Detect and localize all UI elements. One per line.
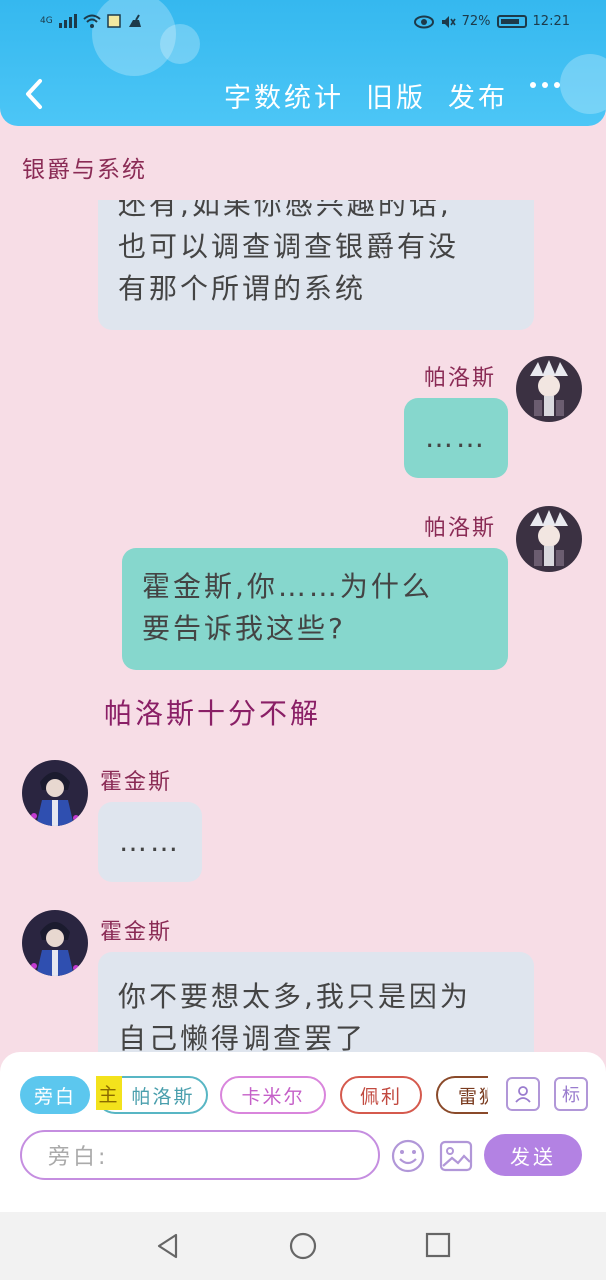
chip-label: 雷狮 bbox=[458, 1085, 488, 1108]
avatar-hawkins[interactable] bbox=[22, 760, 88, 826]
message-bubble[interactable]: …… bbox=[98, 802, 202, 882]
nav-actions: 字数统计 旧版 发布 bbox=[224, 76, 508, 115]
wifi-icon bbox=[83, 14, 101, 28]
sender-name: 霍金斯 bbox=[100, 770, 173, 795]
role-chip-leishi[interactable]: 雷狮 bbox=[436, 1076, 488, 1114]
avatar-image bbox=[22, 760, 88, 826]
sender-name: 霍金斯 bbox=[100, 920, 173, 945]
input-panel: 旁白 主 帕洛斯 卡米尔 佩利 雷狮 标 旁白: 发送 bbox=[0, 1052, 606, 1212]
back-icon[interactable] bbox=[20, 76, 50, 112]
status-bar: 4G 72% 12:21 bbox=[0, 8, 606, 38]
eye-icon bbox=[413, 15, 434, 28]
battery-percent: 72% bbox=[461, 14, 491, 29]
person-icon bbox=[515, 1086, 531, 1103]
role-chip-narration[interactable]: 旁白 bbox=[20, 1076, 90, 1114]
cleaner-icon bbox=[128, 14, 141, 27]
image-icon[interactable] bbox=[438, 1138, 474, 1174]
input-placeholder: 旁白: bbox=[48, 1145, 109, 1170]
sender-name: 帕洛斯 bbox=[424, 366, 497, 391]
message-input[interactable]: 旁白: bbox=[20, 1130, 380, 1180]
message-line: …… bbox=[119, 825, 181, 858]
message-line: 你不要想太多,我只是因为 bbox=[118, 980, 471, 1013]
chip-label: 卡米尔 bbox=[241, 1085, 305, 1108]
message-line: 也可以调查调查银爵有没 bbox=[118, 230, 460, 263]
message-bubble[interactable]: …… bbox=[404, 398, 508, 478]
send-button[interactable]: 发送 bbox=[484, 1134, 582, 1176]
narration-text[interactable]: 帕洛斯十分不解 bbox=[104, 692, 321, 732]
mute-icon bbox=[441, 15, 456, 28]
scroll-mask bbox=[0, 186, 606, 200]
send-label: 发送 bbox=[510, 1144, 556, 1169]
publish-button[interactable]: 发布 bbox=[448, 76, 508, 115]
app-header: 4G 72% 12:21 字数统计 旧版 发布 bbox=[0, 0, 606, 126]
message-line: 有那个所谓的系统 bbox=[118, 272, 367, 305]
nav-home-icon[interactable] bbox=[288, 1232, 318, 1262]
role-chip-palos[interactable]: 主 帕洛斯 bbox=[96, 1076, 208, 1114]
tag-icon[interactable]: 标 bbox=[554, 1077, 588, 1111]
avatar-image bbox=[516, 356, 582, 422]
role-chip-camille[interactable]: 卡米尔 bbox=[220, 1076, 326, 1114]
avatar-image bbox=[22, 910, 88, 976]
chip-label: 帕洛斯 bbox=[131, 1085, 195, 1108]
system-nav-bar bbox=[0, 1212, 606, 1280]
chapter-title: 银爵与系统 bbox=[22, 157, 147, 183]
nav-recents-icon[interactable] bbox=[424, 1232, 452, 1260]
more-icon[interactable] bbox=[530, 82, 560, 88]
emoji-icon[interactable] bbox=[390, 1138, 426, 1174]
character-icon[interactable] bbox=[506, 1077, 540, 1111]
avatar-image bbox=[516, 506, 582, 572]
avatar-palos[interactable] bbox=[516, 506, 582, 572]
message-line: 霍金斯,你……为什么 bbox=[142, 570, 433, 603]
nav-back-icon[interactable] bbox=[154, 1232, 182, 1260]
message-line: …… bbox=[425, 421, 487, 454]
nav-bar: 字数统计 旧版 发布 bbox=[0, 70, 606, 122]
chat-area[interactable]: 银爵与系统 还有,如果你感兴趣的话, 也可以调查调查银爵有没 有那个所谓的系统 … bbox=[0, 126, 606, 1052]
sender-name: 帕洛斯 bbox=[424, 516, 497, 541]
word-count-button[interactable]: 字数统计 bbox=[224, 76, 344, 115]
signal-icon bbox=[58, 14, 77, 28]
message-bubble[interactable]: 霍金斯,你……为什么 要告诉我这些? bbox=[122, 548, 508, 670]
avatar-palos[interactable] bbox=[516, 356, 582, 422]
old-version-button[interactable]: 旧版 bbox=[366, 76, 426, 115]
avatar-hawkins[interactable] bbox=[22, 910, 88, 976]
clock: 12:21 bbox=[532, 14, 570, 29]
chip-label: 旁白 bbox=[33, 1085, 76, 1108]
tag-icon-label: 标 bbox=[562, 1085, 580, 1106]
message-line: 要告诉我这些? bbox=[142, 612, 346, 645]
message-bubble[interactable]: 还有,如果你感兴趣的话, 也可以调查调查银爵有没 有那个所谓的系统 bbox=[98, 186, 534, 330]
chip-label: 佩利 bbox=[359, 1085, 402, 1108]
main-character-mark: 主 bbox=[96, 1076, 122, 1110]
message-bubble[interactable]: 你不要想太多,我只是因为 自己懒得调查罢了 bbox=[98, 952, 534, 1052]
sim-card-icon bbox=[106, 14, 121, 28]
battery-icon bbox=[496, 15, 527, 28]
role-chip-peili[interactable]: 佩利 bbox=[340, 1076, 422, 1114]
message-line: 自己懒得调查罢了 bbox=[118, 1022, 367, 1052]
network-type: 4G bbox=[40, 16, 53, 26]
